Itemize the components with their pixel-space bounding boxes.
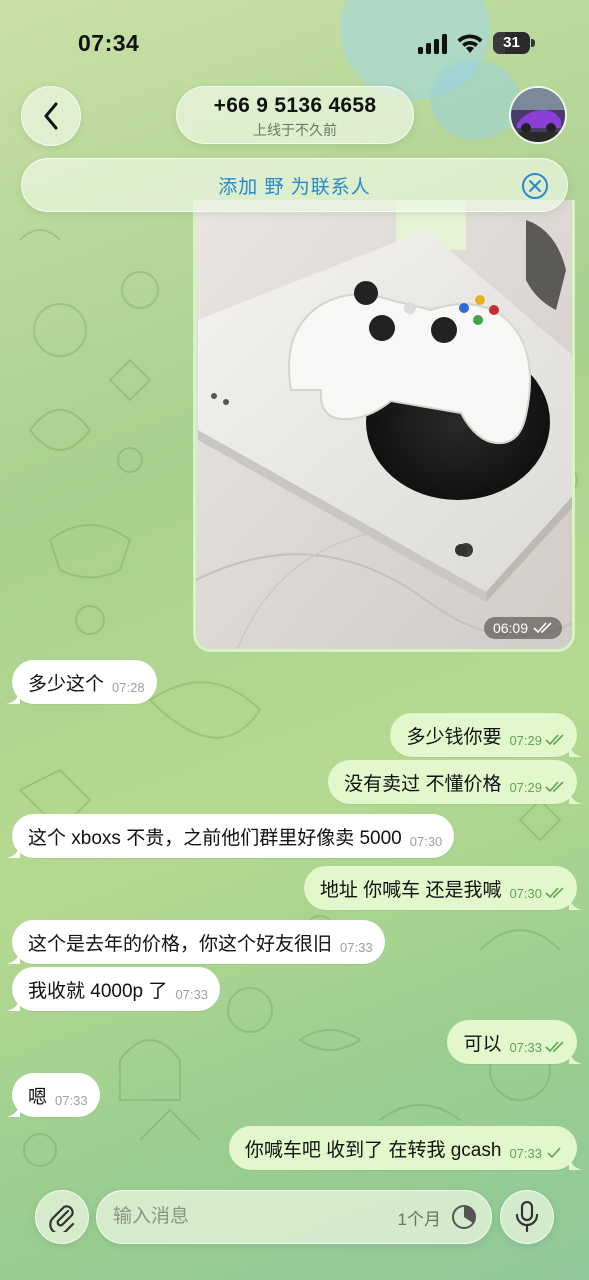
message-time: 07:30 xyxy=(509,885,542,901)
battery-icon: 31 xyxy=(493,32,535,54)
bubble-tail xyxy=(6,997,20,1011)
status-bar: 07:34 31 xyxy=(0,0,589,88)
bubble-tail xyxy=(569,1050,583,1064)
photo-time: 06:09 xyxy=(492,620,528,636)
double-check-icon xyxy=(545,734,564,746)
attach-button[interactable] xyxy=(35,1190,89,1244)
message-time: 07:33 xyxy=(509,1145,542,1161)
photo-timestamp: 06:09 xyxy=(483,617,562,639)
cellular-signal-icon xyxy=(418,34,447,54)
add-contact-banner[interactable]: 添加 野 为联系人 xyxy=(21,158,568,212)
photo-message[interactable]: 06:09 xyxy=(193,200,575,652)
bubble-tail xyxy=(6,950,20,964)
outgoing-message[interactable]: 多少钱你要 07:29 xyxy=(390,713,583,757)
message-text: 地址 你喊车 还是我喊 xyxy=(319,879,502,901)
message-time: 07:30 xyxy=(409,833,443,849)
message-text: 没有卖过 不懂价格 xyxy=(344,773,502,795)
message-time: 07:28 xyxy=(112,679,145,695)
double-check-icon xyxy=(545,1041,564,1053)
avatar-image xyxy=(511,88,565,142)
outgoing-message[interactable]: 你喊车吧 收到了 在转我 gcash 07:33 xyxy=(228,1126,583,1170)
close-icon[interactable] xyxy=(521,172,549,200)
message-text: 可以 xyxy=(463,1033,502,1055)
message-input[interactable] xyxy=(113,1206,398,1228)
battery-percent: 31 xyxy=(503,34,520,51)
wifi-icon xyxy=(457,34,483,53)
chevron-left-icon xyxy=(44,102,58,130)
xbox-photo xyxy=(196,200,572,649)
incoming-message[interactable]: 这个是去年的价格，你这个好友很旧 07:33 xyxy=(6,920,385,964)
message-text: 这个 xboxs 不贵，之前他们群里好像卖 5000 xyxy=(28,827,402,849)
outgoing-message[interactable]: 地址 你喊车 还是我喊 07:30 xyxy=(303,866,583,910)
chat-title[interactable]: +66 9 5136 4658 上线于不久前 xyxy=(176,86,414,144)
bubble-tail xyxy=(569,1156,583,1170)
check-icon xyxy=(547,1147,561,1159)
microphone-icon xyxy=(515,1201,539,1233)
avatar[interactable] xyxy=(509,86,567,144)
message-time: 07:33 xyxy=(340,939,373,955)
paperclip-icon xyxy=(49,1205,75,1232)
message-time: 07:33 xyxy=(509,1039,542,1055)
bubble-tail xyxy=(6,1103,20,1117)
double-check-icon xyxy=(545,887,564,899)
incoming-message[interactable]: 多少这个 07:28 xyxy=(6,660,157,704)
contact-name: +66 9 5136 4658 xyxy=(213,94,377,117)
message-text: 嗯 xyxy=(28,1086,48,1108)
timer-icon[interactable] xyxy=(451,1204,477,1230)
outgoing-message[interactable]: 可以 07:33 xyxy=(447,1020,583,1064)
bubble-tail xyxy=(569,896,583,910)
auto-delete-timer-label[interactable]: 1个月 xyxy=(398,1205,441,1230)
contact-status: 上线于不久前 xyxy=(253,122,337,138)
incoming-message[interactable]: 我收就 4000p 了 07:33 xyxy=(6,967,220,1011)
bubble-tail xyxy=(569,743,583,757)
message-text: 我收就 4000p 了 xyxy=(28,980,168,1002)
incoming-message[interactable]: 这个 xboxs 不贵，之前他们群里好像卖 5000 07:30 xyxy=(6,814,455,858)
message-time: 07:29 xyxy=(509,732,542,748)
add-contact-label[interactable]: 添加 野 为联系人 xyxy=(218,172,371,199)
bubble-tail xyxy=(6,844,20,858)
back-button[interactable] xyxy=(21,86,81,146)
bubble-tail xyxy=(6,690,20,704)
outgoing-message[interactable]: 没有卖过 不懂价格 07:29 xyxy=(328,760,583,804)
microphone-button[interactable] xyxy=(500,1190,554,1244)
message-text: 多少这个 xyxy=(28,673,105,695)
message-time: 07:33 xyxy=(175,986,208,1002)
status-time: 07:34 xyxy=(78,30,140,56)
message-text: 你喊车吧 收到了 在转我 gcash xyxy=(244,1139,502,1161)
message-time: 07:29 xyxy=(509,779,542,795)
incoming-message[interactable]: 嗯 07:33 xyxy=(6,1073,100,1117)
message-text: 这个是去年的价格，你这个好友很旧 xyxy=(28,933,333,955)
double-check-icon xyxy=(533,622,552,634)
bubble-tail xyxy=(569,790,583,804)
double-check-icon xyxy=(545,781,564,793)
message-input-bar[interactable]: 1个月 xyxy=(96,1190,492,1244)
message-text: 多少钱你要 xyxy=(406,726,502,748)
message-time: 07:33 xyxy=(55,1092,88,1108)
